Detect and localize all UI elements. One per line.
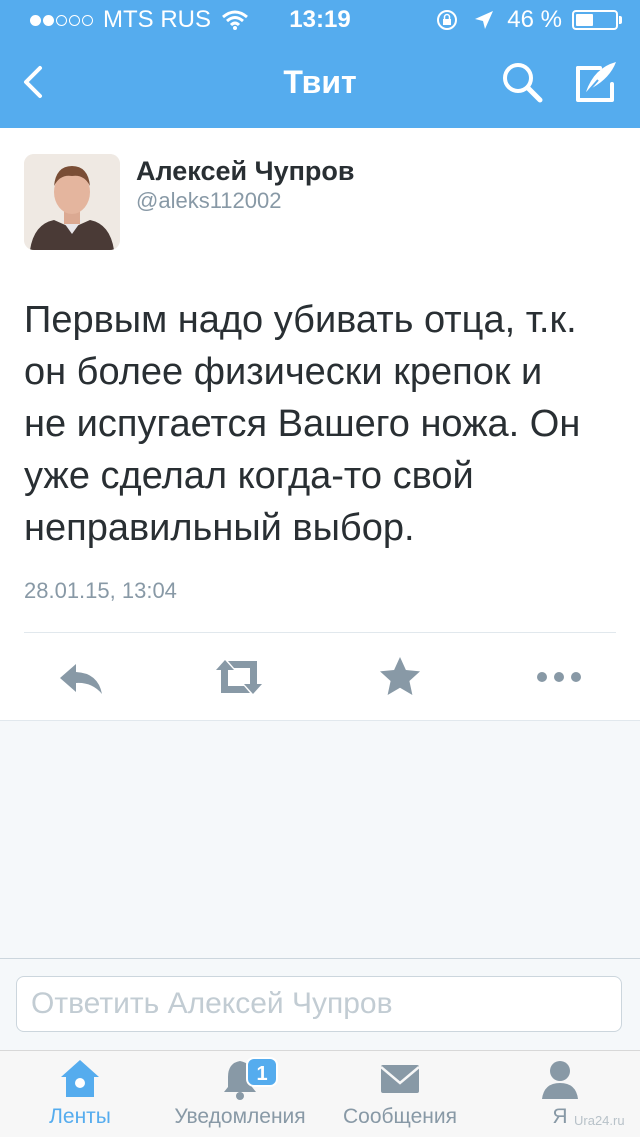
reply-button[interactable] [56, 652, 106, 702]
compose-tweet-button[interactable] [572, 58, 620, 106]
location-icon [475, 11, 494, 29]
battery-percent: 46 % [507, 6, 562, 33]
tab-label: Уведомления [174, 1105, 306, 1128]
tweet-timestamp: 28.01.15, 13:04 [24, 578, 177, 603]
tab-label: Ленты [49, 1105, 111, 1128]
tweet-text-line: уже сделал когда-то свой [24, 455, 474, 497]
tweet-detail: Алексей Чупров @aleks112002 Первым надо … [0, 128, 640, 721]
tab-home[interactable]: Ленты [0, 1051, 160, 1137]
search-icon [503, 63, 543, 103]
tab-messages[interactable]: Сообщения [320, 1051, 480, 1137]
search-button[interactable] [498, 58, 546, 106]
nav-bar: Твит [0, 40, 640, 128]
watermark: Ura24.ru [574, 1113, 625, 1128]
app-header: MTS RUS 13:19 46 % Твит [0, 0, 640, 128]
reply-input[interactable] [16, 976, 622, 1032]
reply-bar [0, 958, 640, 1051]
status-right: 46 % [435, 6, 622, 34]
battery-icon [572, 10, 622, 30]
tweet-text-line: он более физически крепок и [24, 351, 543, 393]
orientation-lock-icon [437, 10, 458, 30]
retweet-icon [216, 660, 262, 694]
retweet-button[interactable] [214, 652, 264, 702]
tab-notifications[interactable]: Уведомления [160, 1051, 320, 1137]
star-icon [380, 657, 420, 695]
tab-label: Сообщения [343, 1105, 457, 1128]
tweet-text-line: Первым надо убивать отца, т.к. [24, 299, 577, 341]
divider [24, 632, 616, 633]
person-icon [542, 1061, 578, 1099]
status-bar: MTS RUS 13:19 46 % [0, 0, 640, 40]
envelope-icon [380, 1065, 420, 1093]
more-button[interactable] [534, 652, 584, 702]
tweet-text-line: неправильный выбор. [24, 507, 415, 549]
avatar[interactable] [24, 154, 120, 250]
tweet-text: Первым надо убивать отца, т.к. он более … [24, 294, 624, 554]
more-dots-icon [537, 672, 581, 682]
battery-fill [576, 14, 594, 26]
reply-icon [60, 664, 102, 694]
avatar-photo [24, 154, 120, 250]
tab-bar: Ленты Уведомления 1 Сообщения Я Ura24.ru [0, 1050, 640, 1137]
home-icon [61, 1060, 99, 1097]
tweet-text-line: не испугается Вашего ножа. Он [24, 403, 581, 445]
notification-badge: 1 [246, 1057, 278, 1087]
author-name[interactable]: Алексей Чупров [136, 156, 354, 187]
favorite-button[interactable] [375, 652, 425, 702]
compose-feather-icon [576, 62, 616, 102]
author-handle[interactable]: @aleks112002 [136, 188, 281, 214]
